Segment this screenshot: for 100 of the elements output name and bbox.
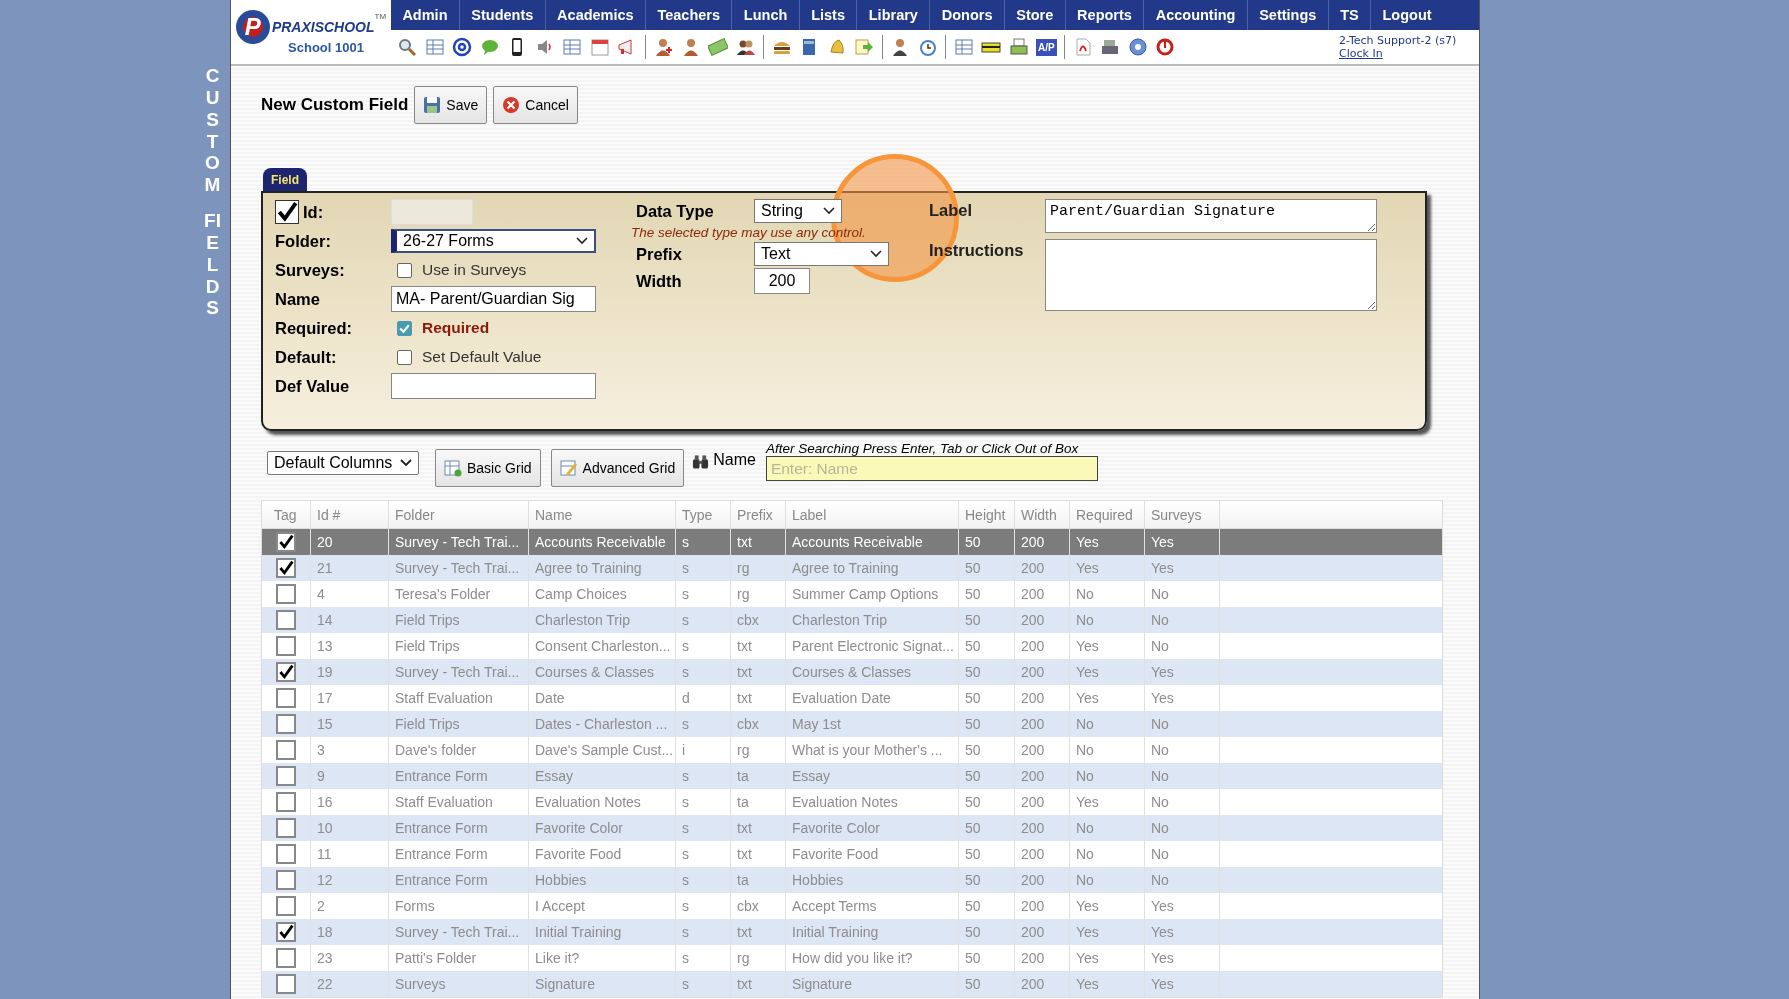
- nav-menu-item[interactable]: Admin: [391, 0, 460, 30]
- table-cell: txt: [731, 971, 786, 997]
- tag-checkbox[interactable]: [276, 714, 296, 734]
- prefix-label: Prefix: [636, 244, 683, 264]
- chevron-down-icon: [400, 459, 412, 467]
- set-default-label: Set Default Value: [422, 348, 542, 366]
- nav-menu-item[interactable]: Lists: [799, 0, 858, 30]
- tag-checkbox[interactable]: [276, 740, 296, 760]
- id-label: Id:: [303, 202, 324, 222]
- field-tab[interactable]: Field: [263, 168, 307, 191]
- nav-menu-item[interactable]: Academics: [545, 0, 647, 30]
- def-value-label: Def Value: [275, 376, 351, 396]
- tag-checkbox[interactable]: [276, 818, 296, 838]
- tag-checkbox[interactable]: [276, 948, 296, 968]
- cancel-button[interactable]: Cancel: [493, 86, 578, 124]
- tag-checkbox[interactable]: [276, 896, 296, 916]
- required-checkbox[interactable]: [397, 320, 412, 336]
- column-header[interactable]: Id #: [311, 501, 389, 528]
- nav-menu-item[interactable]: Students: [459, 0, 546, 30]
- nav-menu-item[interactable]: Logout: [1371, 0, 1443, 30]
- tag-checkbox[interactable]: [276, 532, 296, 552]
- column-header[interactable]: Prefix: [731, 501, 786, 528]
- table-cell: 200: [1015, 971, 1070, 997]
- close-icon: [502, 96, 521, 114]
- columns-select[interactable]: Default Columns: [267, 451, 419, 475]
- alarm-clock-icon[interactable]: [917, 37, 938, 57]
- name-field[interactable]: MA- Parent/Guardian Sig: [391, 286, 596, 312]
- use-in-surveys-checkbox[interactable]: [397, 262, 412, 278]
- data-type-label: Data Type: [636, 201, 715, 221]
- binoculars-icon: [692, 454, 710, 470]
- calendar-icon[interactable]: [589, 37, 610, 57]
- nav-menu-item[interactable]: Lunch: [732, 0, 800, 30]
- column-header[interactable]: Tag: [262, 501, 311, 528]
- chevron-down-icon: [576, 237, 588, 245]
- width-field[interactable]: 200: [754, 268, 810, 294]
- tag-checkbox[interactable]: [276, 922, 296, 942]
- tag-checkbox[interactable]: [276, 844, 296, 864]
- tag-checkbox[interactable]: [276, 870, 296, 890]
- table-cell: s: [676, 971, 731, 997]
- basic-grid-button[interactable]: Basic Grid: [435, 449, 541, 487]
- tag-checkbox[interactable]: [276, 792, 296, 812]
- praxischool-logo[interactable]: P PRAXISCHOOL TM School 1001: [231, 0, 391, 64]
- nav-menu-item[interactable]: Donors: [930, 0, 1005, 30]
- tag-checkbox[interactable]: [276, 584, 296, 604]
- id-checkbox[interactable]: [275, 200, 299, 224]
- use-in-surveys-label: Use in Surveys: [422, 261, 527, 279]
- folder-label: Folder:: [275, 231, 332, 251]
- search-hint: After Searching Press Enter, Tab or Click Out of Box: [765, 441, 1080, 456]
- table-cell: Yes: [1070, 971, 1145, 997]
- person-plus-icon[interactable]: [653, 37, 673, 57]
- clock-in-link[interactable]: Clock In: [1339, 47, 1479, 60]
- nav-menu-item[interactable]: Reports: [1065, 0, 1145, 30]
- table-row[interactable]: 20 Survey - Tech Trai... Accounts Receivable s txt Accounts Receivable 50 200 Yes Yes: [262, 529, 1442, 555]
- prefix-select[interactable]: Text: [754, 242, 889, 266]
- nav-menu-item[interactable]: Teachers: [646, 0, 733, 30]
- table-cell: Signature: [786, 971, 959, 997]
- table-cell: Signature: [529, 971, 676, 997]
- toolbar-ap-icon[interactable]: A/P: [1036, 38, 1057, 56]
- chevron-down-icon: [823, 207, 835, 215]
- tag-checkbox[interactable]: [276, 662, 296, 682]
- power-icon[interactable]: [1155, 37, 1176, 57]
- nav-menu-item[interactable]: Library: [857, 0, 931, 30]
- tag-checkbox[interactable]: [276, 688, 296, 708]
- chevron-down-icon: [870, 250, 882, 258]
- advanced-grid-button[interactable]: Advanced Grid: [550, 449, 685, 487]
- tag-checkbox[interactable]: [276, 558, 296, 578]
- doc-arrow-icon[interactable]: [854, 37, 874, 57]
- data-type-hint: The selected type may use any control.: [631, 225, 867, 240]
- chat-icon[interactable]: [479, 37, 500, 57]
- tag-checkbox[interactable]: [276, 610, 296, 630]
- tag-checkbox[interactable]: [276, 974, 296, 994]
- table-cell: 22: [311, 971, 389, 997]
- folder-select[interactable]: 26-27 Forms: [391, 229, 596, 253]
- nav-menu-item[interactable]: TS: [1328, 0, 1372, 30]
- logo-name: PRAXISCHOOL: [271, 18, 375, 35]
- instructions-textarea[interactable]: [1045, 239, 1377, 311]
- tag-checkbox[interactable]: [276, 766, 296, 786]
- def-value-field[interactable]: [391, 373, 596, 399]
- magnifier-icon[interactable]: [397, 37, 417, 57]
- grid-pencil-icon: [559, 459, 578, 477]
- vertical-page-title: FIELDS: [203, 210, 222, 320]
- sheet-icon[interactable]: [953, 37, 974, 57]
- grid-plus-icon: [444, 459, 462, 477]
- default-label: Default:: [275, 347, 338, 367]
- printer-icon[interactable]: [1008, 37, 1029, 57]
- name-search-field[interactable]: Enter: Name: [765, 456, 1098, 481]
- nav-menu-item[interactable]: Accounting: [1144, 0, 1248, 30]
- column-header[interactable]: Required: [1070, 501, 1145, 528]
- set-default-checkbox[interactable]: [397, 349, 412, 365]
- table-icon[interactable]: [562, 37, 582, 57]
- tag-checkbox[interactable]: [276, 636, 296, 656]
- nav-menu-item[interactable]: Settings: [1247, 0, 1329, 30]
- data-type-select[interactable]: String: [754, 199, 842, 223]
- label-textarea[interactable]: Parent/Guardian Signature: [1045, 199, 1377, 233]
- grid-icon[interactable]: [424, 37, 445, 57]
- nav-menu-item[interactable]: Store: [1004, 0, 1066, 30]
- vertical-page-title: CUSTOM: [203, 65, 222, 197]
- save-button[interactable]: Save: [414, 86, 488, 124]
- required-label: Required:: [275, 318, 353, 338]
- checkmark-icon: [276, 201, 298, 223]
